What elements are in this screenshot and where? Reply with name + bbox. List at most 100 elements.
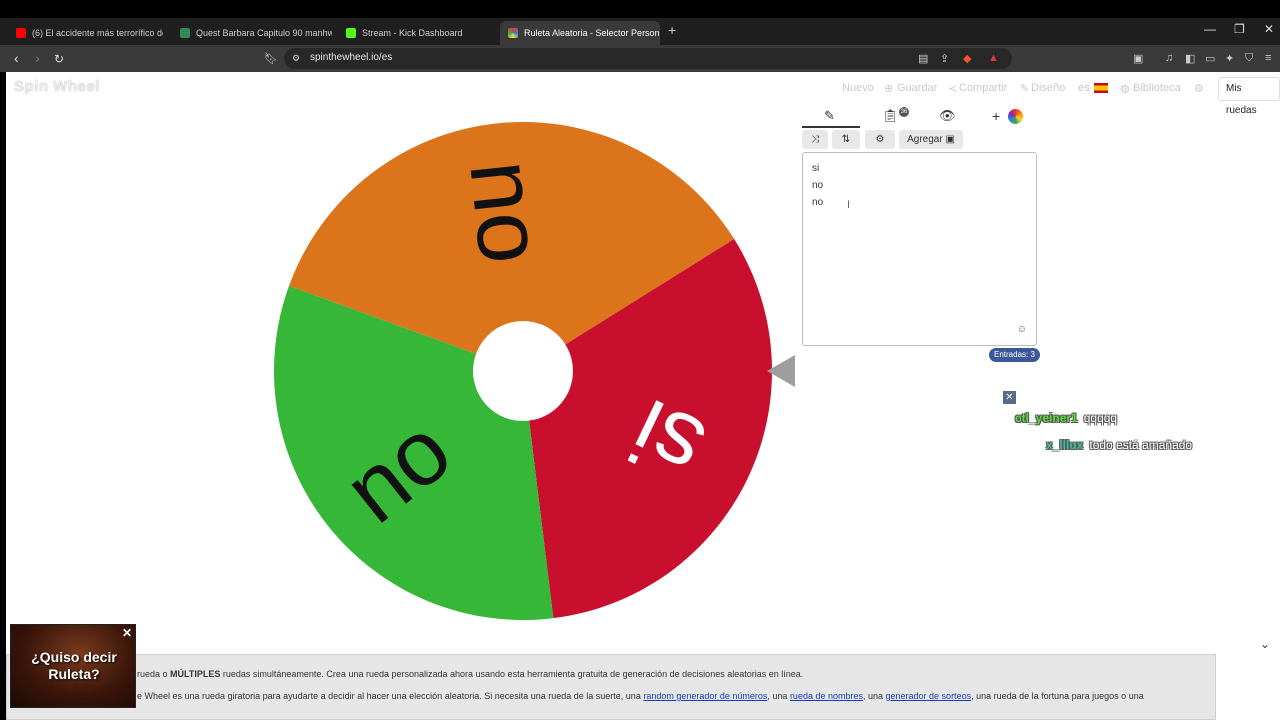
pencil-icon: ✎ [1020,83,1030,95]
wallet-icon[interactable]: ▭ [1205,52,1215,65]
wheel-pointer [767,355,795,387]
forward-icon[interactable]: › [35,50,40,66]
brave-shield-icon[interactable]: ◆ [963,52,971,65]
random-number-link[interactable]: random generador de números [643,691,767,701]
ad-close-icon[interactable]: ✕ [122,626,132,640]
name-wheel-link[interactable]: rueda de nombres [790,691,863,701]
clipboard-icon[interactable]: 📋︎ [882,108,899,124]
music-icon[interactable]: ♫ [1165,52,1173,64]
chat-message: x_lllux todo está amañado [1046,438,1192,452]
nuevo-link[interactable]: Nuevo [842,82,874,94]
tab-title: (6) El accidente más terrorífico de la [32,28,163,38]
tab-title: Ruleta Aleatoria - Selector Person [524,28,660,38]
desc-text: , una [767,691,790,701]
site-logo[interactable]: Spin Wheel [14,78,100,95]
agregar-label: Agregar [907,134,943,145]
entry-line: no [812,197,824,208]
chat-username: ctl_yeiner1 [1015,411,1078,425]
mis-ruedas-button[interactable]: Mis ruedas [1218,77,1280,116]
tab-ruleta[interactable]: Ruleta Aleatoria - Selector Person ✕ [500,21,660,45]
wheel-icon [508,28,518,38]
share-icon[interactable]: ⇪ [940,52,949,65]
desc-text: rueda o [137,669,171,679]
add-plus-icon[interactable]: + [992,108,1000,124]
chat-text: todo está amañado [1089,438,1193,452]
description-line-2: e Wheel es una rueda giratoria para ayud… [137,691,1144,701]
back-icon[interactable]: ‹ [14,50,19,66]
wheel-settings-button[interactable]: ⚙ [865,130,895,149]
image-icon: ▣ [945,134,955,145]
tab-youtube[interactable]: (6) El accidente más terrorífico de la [8,21,163,45]
spain-flag-icon [1094,83,1108,93]
tab-kick[interactable]: Stream - Kick Dashboard [338,21,498,45]
share-page-icon: ≺ [948,83,958,95]
new-tab-icon[interactable]: + [668,22,676,38]
shuffle-icon: ⤨ [811,134,819,145]
top-black-bar [0,0,1280,18]
site-settings-icon[interactable]: ⚙ [292,53,300,64]
guardar-link[interactable]: Guardar [897,82,937,94]
gear-icon: ⚙ [875,134,885,145]
tab-manhwa[interactable]: Quest Barbara Capitulo 90 manhwa [172,21,332,45]
minimize-icon[interactable]: — [1204,22,1216,36]
edit-pencil-icon[interactable]: ✎ [824,108,835,124]
vpn-icon[interactable]: ⛉ [1245,52,1253,65]
description-line-1: rueda o MÚLTIPLES ruedas simultáneamente… [137,669,803,679]
sort-button[interactable]: ⇅ [832,130,860,149]
description-section: rueda o MÚLTIPLES ruedas simultáneamente… [6,654,1216,720]
emoji-icon[interactable]: ☺ [1017,324,1027,335]
tab-strip: (6) El accidente más terrorífico de la Q… [0,18,1280,45]
leo-icon[interactable]: ✦ [1225,52,1234,65]
menu-icon[interactable]: ≡ [1265,52,1271,64]
omnibox[interactable] [284,48,1012,69]
spin-wheel[interactable]: nosino [271,117,781,627]
ad-text: ¿Quiso decir Ruleta? [31,649,117,682]
settings-gear-icon[interactable]: ⚙ [1194,82,1204,95]
desc-text: , una [862,691,886,701]
sidebar-icon[interactable]: ◧ [1185,52,1195,65]
diseno-link[interactable]: Diseño [1031,82,1065,94]
reader-icon[interactable]: ▤ [918,52,928,65]
language-link[interactable]: es [1078,82,1090,94]
raffle-generator-link[interactable]: generador de sorteos [886,691,972,701]
entry-line: no [812,180,824,191]
brave-rewards-icon[interactable]: ▲ [988,52,999,64]
kick-icon [346,28,356,38]
desc-text: , una rueda de la fortuna para juegos o … [971,691,1144,701]
youtube-icon [16,28,26,38]
sort-icon: ⇅ [841,134,851,145]
text-cursor-icon: I [847,199,851,211]
entry-line: si [812,163,820,174]
entries-textarea[interactable]: si no no I ☺ [802,152,1037,346]
media-icon[interactable]: ▣ [1133,52,1143,65]
tab-title: Stream - Kick Dashboard [362,28,463,38]
chat-close-icon[interactable]: ✕ [1003,391,1016,404]
maximize-icon[interactable]: ❐ [1234,22,1245,36]
reload-icon[interactable]: ↻ [54,52,64,66]
wheel-segment-label: no [450,156,562,268]
shuffle-button[interactable]: ⤨ [802,130,828,149]
bookmark-icon[interactable]: 🔖︎ [264,52,278,65]
agregar-button[interactable]: Agregar ▣ [899,130,963,149]
chat-username: x_lllux [1046,438,1084,452]
active-tab-underline [802,126,860,128]
page-content: Spin Wheel Nuevo ⊕ Guardar ≺ Compartir ✎… [6,72,1280,720]
chat-text: qqqqq [1083,411,1118,425]
save-icon: ⊕ [884,83,894,95]
url-text[interactable]: spinthewheel.io/es [310,52,392,63]
color-palette-icon[interactable] [1008,109,1023,124]
biblioteca-link[interactable]: Biblioteca [1133,82,1181,94]
close-window-icon[interactable]: ✕ [1264,22,1274,36]
chevron-down-icon[interactable]: ⌄ [1260,637,1270,651]
wheel-center[interactable] [473,321,573,421]
browser-window: (6) El accidente más terrorífico de la Q… [0,0,1280,720]
desc-text: e Wheel es una rueda giratoria para ayud… [137,691,644,701]
chat-message: ctl_yeiner1 qqqqq [1015,411,1117,425]
desc-text: ruedas simultáneamente. Crea una rueda p… [220,669,804,679]
compartir-link[interactable]: Compartir [959,82,1007,94]
hide-eye-icon[interactable]: 👁︎ [939,108,956,124]
roulette-ad[interactable]: ✕ ¿Quiso decir Ruleta? [10,624,136,708]
mw-icon [180,28,190,38]
desc-bold: MÚLTIPLES [170,669,221,679]
clipboard-count-badge: 36 [899,107,909,117]
